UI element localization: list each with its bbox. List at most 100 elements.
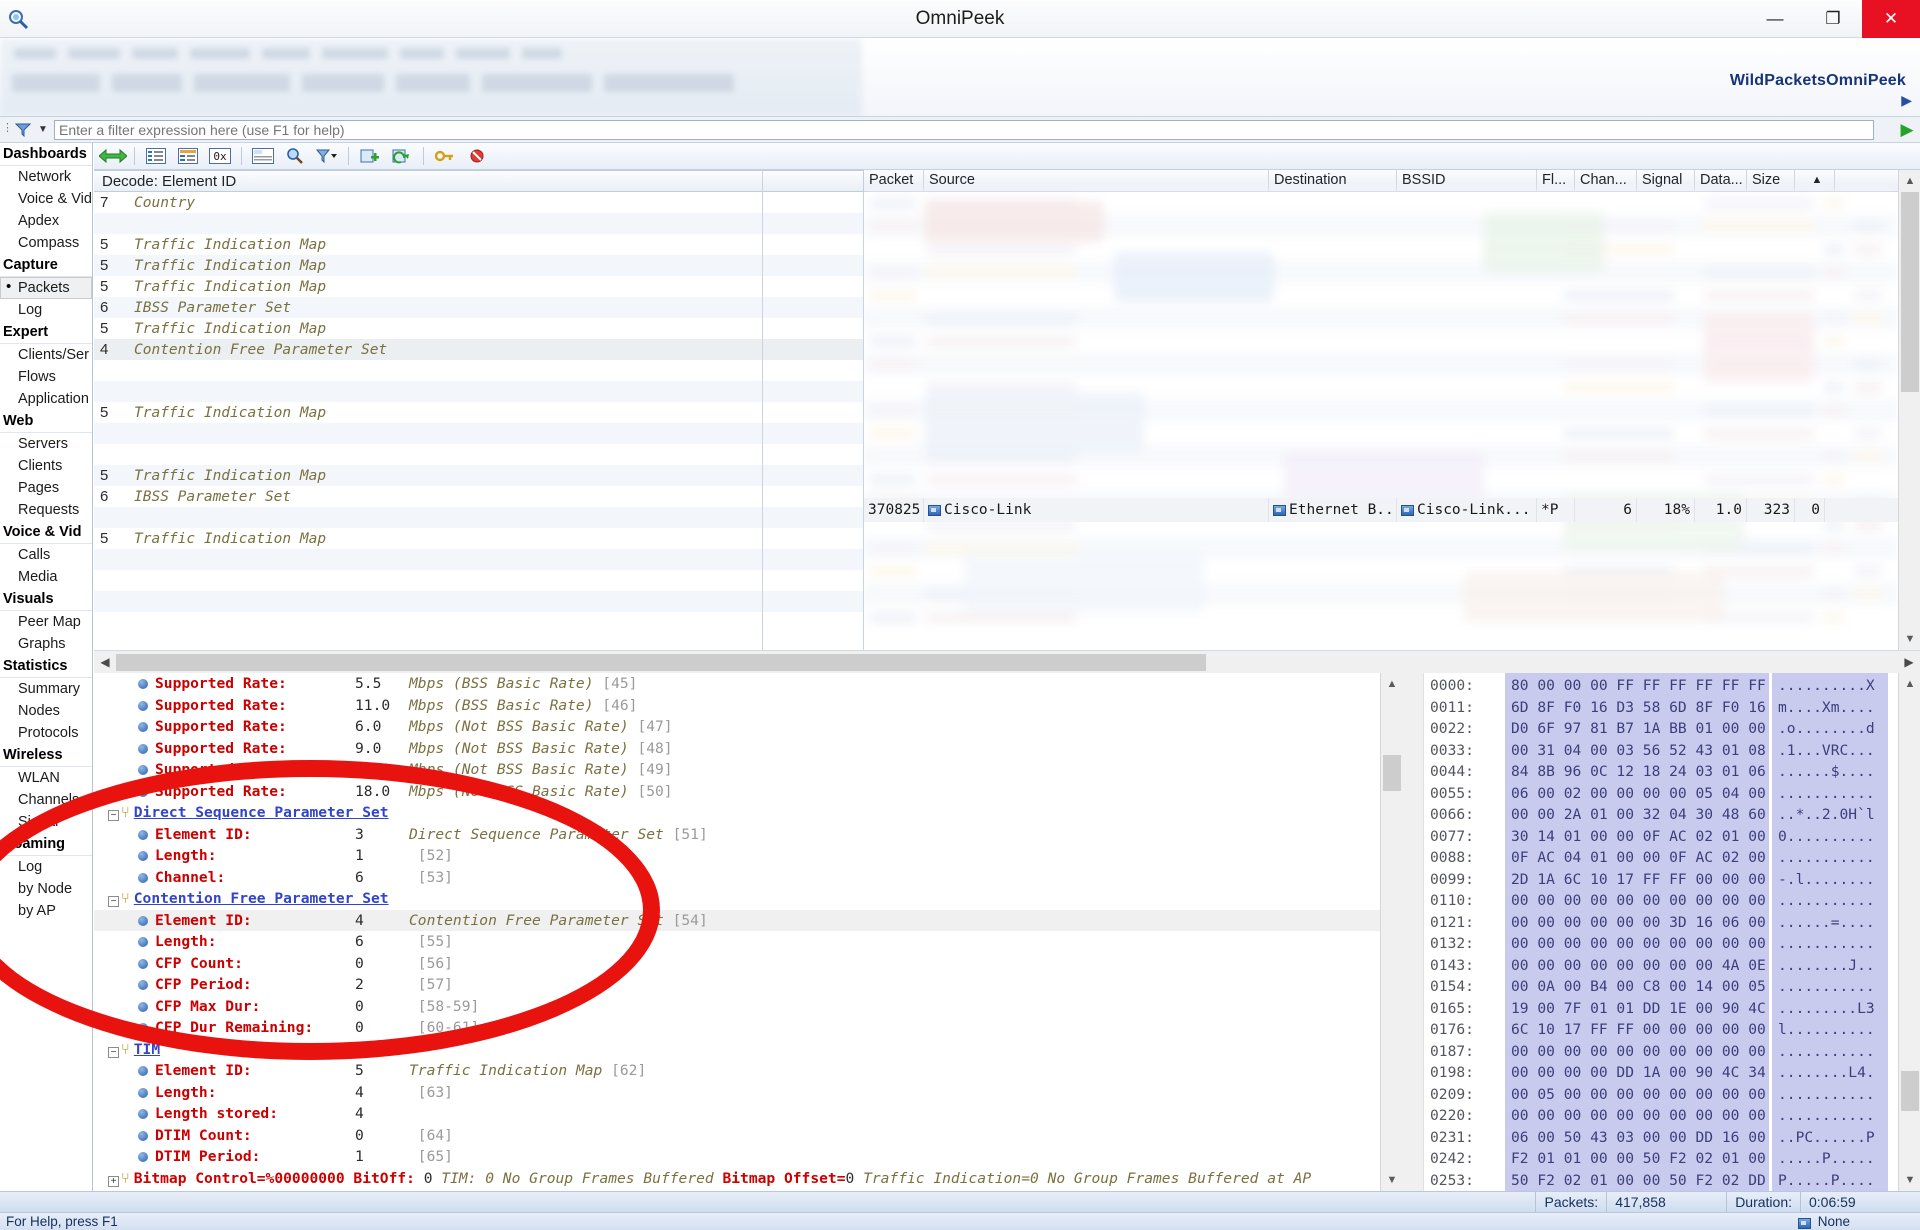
decode-tree-vertical-scrollbar[interactable]: ▲ ▼ xyxy=(1380,673,1403,1191)
decode-element-list[interactable]: 7 Country 5 Traffic Indication Map 5 Traffic … xyxy=(94,192,864,650)
decode-tree-group[interactable]: − ⑂ Contention Free Parameter Set xyxy=(94,888,1400,910)
hex-ascii[interactable]: .1...VRC... xyxy=(1772,740,1888,762)
decode-group-label[interactable]: Direct Sequence Parameter Set xyxy=(134,804,389,821)
close-button[interactable]: ✕ xyxy=(1862,0,1920,38)
hex-ascii[interactable]: ........... xyxy=(1772,890,1888,912)
hex-bytes[interactable]: 6C 10 17 FF FF 00 00 00 00 00 00 xyxy=(1505,1019,1792,1041)
hex-ascii[interactable]: P.....P.... xyxy=(1772,1170,1888,1192)
decode-scroll-thumb[interactable] xyxy=(1383,755,1401,791)
funnel-icon[interactable] xyxy=(10,123,36,137)
decode-tree-group[interactable]: − ⑂ Direct Sequence Parameter Set xyxy=(94,802,1400,824)
sidebar-item-apdex[interactable]: Apdex xyxy=(0,210,92,232)
decode-group-label[interactable]: TIM xyxy=(134,1041,160,1058)
packet-column-header[interactable]: Signal xyxy=(1637,170,1695,191)
sidebar-item-clients-ser[interactable]: Clients/Ser xyxy=(0,344,92,366)
sidebar-item-log[interactable]: Log xyxy=(0,299,92,321)
decode-row[interactable] xyxy=(94,549,863,570)
sidebar-item-servers[interactable]: Servers xyxy=(0,433,92,455)
decode-tree-field[interactable]: Supported Rate: 6.0 Mbps (Not BSS Basic Ra… xyxy=(94,716,1400,738)
decode-tree-field[interactable]: CFP Max Dur: 0 [58-59] xyxy=(94,996,1400,1018)
insert-icon[interactable] xyxy=(355,144,385,168)
sidebar-item-voice-vid[interactable]: Voice & Vid xyxy=(0,188,92,210)
decode-tree-field[interactable]: Element ID: 5 Traffic Indication Map [62] xyxy=(94,1060,1400,1082)
hex-bytes[interactable]: 00 00 2A 01 00 32 04 30 48 60 6C xyxy=(1505,804,1792,826)
decode-row[interactable]: 4 Contention Free Parameter Set xyxy=(94,339,863,360)
hex-bytes[interactable]: 00 0A 00 B4 00 C8 00 14 00 05 00 xyxy=(1505,976,1792,998)
magnifier-icon[interactable] xyxy=(280,144,310,168)
stop-icon[interactable] xyxy=(462,144,492,168)
hex-ascii[interactable]: ........... xyxy=(1772,847,1888,869)
scroll-left-icon[interactable]: ◀ xyxy=(94,652,116,673)
decode-tree-field[interactable]: Element ID: 4 Contention Free Parameter Se… xyxy=(94,909,1400,931)
hex-ascii[interactable]: ........L4. xyxy=(1772,1062,1888,1084)
decode-row[interactable] xyxy=(94,507,863,528)
sidebar-item-clients[interactable]: Clients xyxy=(0,455,92,477)
decode-tree-field[interactable]: Supported Rate: 18.0 Mbps (Not BSS Basic R… xyxy=(94,781,1400,803)
decode-tree-field[interactable]: Channel: 6 [53] xyxy=(94,867,1400,889)
decode-row[interactable] xyxy=(94,570,863,591)
key-icon[interactable] xyxy=(430,144,460,168)
packet-column-header[interactable]: Data... xyxy=(1695,170,1747,191)
hscroll-thumb[interactable] xyxy=(116,653,1206,671)
packet-list-vertical-scrollbar[interactable]: ▲ ▼ xyxy=(1898,170,1920,650)
hex-ascii[interactable]: ......=.... xyxy=(1772,912,1888,934)
hex-bytes[interactable]: 00 00 00 00 00 00 3D 16 06 00 05 xyxy=(1505,912,1792,934)
hex-bytes[interactable]: 84 8B 96 0C 12 18 24 03 01 06 04 xyxy=(1505,761,1794,783)
collapse-toggle-icon[interactable]: − xyxy=(108,1046,119,1058)
sidebar-item-compass[interactable]: Compass xyxy=(0,232,92,254)
sidebar-item-application[interactable]: Application xyxy=(0,388,92,410)
decode-tree-field[interactable]: DTIM Count: 0 [64] xyxy=(94,1125,1400,1147)
packet-column-header[interactable]: Fl... xyxy=(1537,170,1575,191)
hex-ascii[interactable]: ........... xyxy=(1772,1041,1888,1063)
packet-column-header[interactable]: BSSID xyxy=(1397,170,1537,191)
decode-row[interactable]: 7 Country xyxy=(94,192,863,213)
expand-toggle-icon[interactable]: + xyxy=(108,1175,119,1187)
packet-list-header[interactable]: Packet Source Destination BSSID Fl... Chan...… xyxy=(864,170,1920,192)
hex-ascii[interactable]: ........... xyxy=(1772,783,1888,805)
hex-ascii[interactable]: ........J.. xyxy=(1772,955,1888,977)
decode-tree-group[interactable]: − ⑂ TIM xyxy=(94,1039,1400,1061)
hex-bytes[interactable]: D0 6F 97 81 B7 1A BB 01 00 00 64 xyxy=(1505,718,1792,740)
decode-tree-field[interactable]: Supported Rate: 5.5 Mbps (BSS Basic Rate) … xyxy=(94,673,1400,695)
decode-group-label[interactable]: Contention Free Parameter Set xyxy=(134,890,389,907)
decode-scroll-down-icon[interactable]: ▼ xyxy=(1381,1169,1403,1191)
sidebar-item-signal[interactable]: Signal xyxy=(0,811,92,833)
decode-tree-field[interactable]: Length: 1 [52] xyxy=(94,845,1400,867)
sidebar-item-calls[interactable]: Calls xyxy=(0,544,92,566)
selected-packet-row[interactable]: 370825 Cisco-Link Ethernet B... Cisco-Link.… xyxy=(864,498,1898,522)
scroll-down-icon[interactable]: ▼ xyxy=(1899,628,1920,650)
decode-row[interactable]: 5 Traffic Indication Map xyxy=(94,318,863,339)
hex-dump-pane[interactable]: 0000: 0011: 0022: 0033: 0044: 0055: 0066: 0077:… xyxy=(1402,673,1920,1191)
table-icon[interactable] xyxy=(248,144,278,168)
hex-bytes[interactable]: 06 00 02 00 00 00 00 05 04 00 01 xyxy=(1505,783,1792,805)
hex-bytes[interactable]: 6D 8F F0 16 D3 58 6D 8F F0 16 D3 xyxy=(1505,697,1792,719)
hex-bytes[interactable]: 00 31 04 00 03 56 52 43 01 08 82 xyxy=(1505,740,1792,762)
sidebar-item-log[interactable]: Log xyxy=(0,856,92,878)
packet-decode-tree[interactable]: Supported Rate: 5.5 Mbps (BSS Basic Rate) … xyxy=(94,673,1400,1191)
decode-row[interactable] xyxy=(94,360,863,381)
decode-row[interactable]: 5 Traffic Indication Map xyxy=(94,528,863,549)
hex-ascii[interactable]: m....Xm.... xyxy=(1772,697,1888,719)
hex-bytes[interactable]: 2D 1A 6C 10 17 FF FF 00 00 00 00 xyxy=(1505,869,1792,891)
hex-ascii[interactable]: l.......... xyxy=(1772,1019,1888,1041)
hex-0x-icon[interactable]: 0x xyxy=(205,144,235,168)
decode-tree-field[interactable]: CFP Dur Remaining: 0 [60-61] xyxy=(94,1017,1400,1039)
hex-ascii[interactable]: .....P..... xyxy=(1772,1148,1888,1170)
decode-tree-field[interactable]: + ⑂ Bitmap Control=%00000000 BitOff: 0 TIM… xyxy=(94,1168,1400,1190)
hscroll-track[interactable] xyxy=(116,653,1898,671)
scroll-thumb[interactable] xyxy=(1901,192,1919,392)
hex-ascii[interactable]: -.l........ xyxy=(1772,869,1888,891)
hex-scroll-down-icon[interactable]: ▼ xyxy=(1899,1169,1920,1191)
sidebar-item-requests[interactable]: Requests xyxy=(0,499,92,521)
decode-column-header[interactable]: Decode: Element ID xyxy=(94,170,864,192)
hex-ascii[interactable]: ........... xyxy=(1772,1084,1888,1106)
apply-filter-button[interactable]: ▶ xyxy=(1894,120,1920,140)
decode-row[interactable]: 5 Traffic Indication Map xyxy=(94,234,863,255)
hex-bytes[interactable]: 19 00 7F 01 01 DD 1E 00 90 4C 33 xyxy=(1505,998,1792,1020)
hex-ascii[interactable]: .o........d xyxy=(1772,718,1888,740)
collapse-toggle-icon[interactable]: − xyxy=(108,896,119,907)
packet-list-horizontal-scrollbar[interactable]: ◀ ▶ xyxy=(94,650,1920,673)
hex-bytes[interactable]: 80 00 00 00 FF FF FF FF FF FF 58 xyxy=(1505,675,1792,697)
hex-ascii[interactable]: ..PC......P xyxy=(1772,1127,1888,1149)
sidebar-item-peer-map[interactable]: Peer Map xyxy=(0,611,92,633)
